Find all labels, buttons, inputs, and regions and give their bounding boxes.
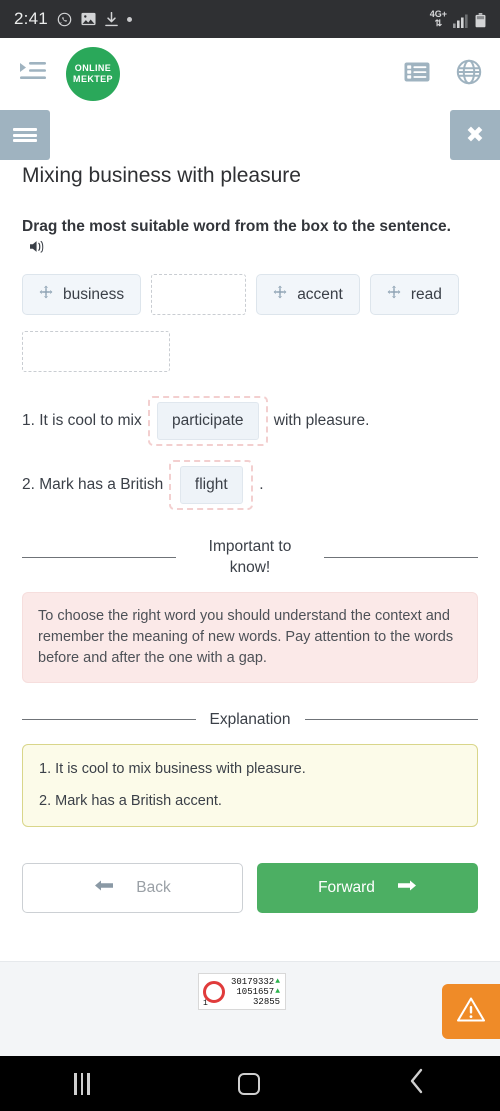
page-title: Mixing business with pleasure	[22, 164, 301, 187]
speaker-icon[interactable]	[29, 239, 46, 260]
globe-icon[interactable]	[456, 59, 482, 90]
arrow-right-icon	[397, 878, 417, 898]
app-header-left: ONLINE MEKTEP	[18, 47, 120, 101]
sentence-row: 2. Mark has a British flight .	[22, 460, 478, 510]
network-type-indicator: 4G+ ⇅	[429, 9, 447, 28]
status-bar: 2:41 4G+ ⇅	[0, 0, 500, 38]
indent-list-icon[interactable]	[18, 59, 48, 90]
dropped-answer[interactable]: participate	[156, 402, 259, 440]
draggable-word-business[interactable]: business	[22, 274, 142, 315]
warning-triangle-icon	[456, 996, 486, 1028]
triangle-up-icon: ▲	[275, 977, 281, 986]
empty-word-slot[interactable]	[22, 331, 170, 372]
explanation-heading: Explanation	[209, 711, 291, 728]
visit-counter-widget[interactable]: 30179332 ▲ 1051657 ▲ 32855 1	[198, 973, 287, 1010]
counter-row: 1051657 ▲	[231, 987, 280, 997]
recents-icon[interactable]	[74, 1072, 90, 1095]
arrow-left-icon	[94, 878, 114, 898]
sentence-text-before: It is cool to mix	[39, 412, 142, 429]
divider-line	[304, 719, 479, 720]
app-header-right	[404, 59, 482, 90]
home-icon[interactable]	[237, 1072, 260, 1095]
divider-line	[324, 556, 478, 558]
divider-line	[22, 719, 196, 720]
recents-bar	[74, 1072, 77, 1095]
sentence-row: 1. It is cool to mix participate with pl…	[22, 396, 478, 446]
explanation-line: 2. Mark has a British accent.	[39, 793, 222, 809]
move-icon	[39, 285, 53, 304]
logo-line-2: MEKTEP	[73, 74, 113, 84]
recents-bar	[80, 1072, 84, 1095]
sentence-text-before: Mark has a British	[39, 476, 164, 493]
android-nav-bar	[0, 1056, 500, 1111]
forward-button[interactable]: Forward	[257, 863, 478, 913]
important-to-know-box: To choose the right word you should unde…	[22, 592, 478, 683]
burger-bar	[13, 128, 37, 131]
counter-value-2: 1051657	[236, 987, 275, 997]
drop-zone-1[interactable]: participate	[147, 396, 268, 446]
counter-values: 30179332 ▲ 1051657 ▲ 32855	[231, 977, 280, 1007]
drop-zone-2[interactable]: flight	[169, 460, 254, 510]
warning-badge[interactable]	[442, 984, 500, 1039]
draggable-word-read[interactable]: read	[369, 274, 459, 315]
whatsapp-icon	[57, 12, 72, 27]
task-instruction-text: Drag the most suitable word from the box…	[22, 218, 451, 235]
status-bar-right: 4G+ ⇅	[430, 10, 486, 28]
close-button[interactable]: ✖	[450, 110, 500, 160]
divider-line	[22, 556, 176, 558]
battery-icon	[475, 13, 486, 28]
list-view-icon[interactable]	[404, 60, 430, 89]
online-mektep-logo[interactable]: ONLINE MEKTEP	[66, 47, 120, 101]
page-footer: 30179332 ▲ 1051657 ▲ 32855 1	[0, 961, 500, 1056]
task-instruction: Drag the most suitable word from the box…	[22, 216, 478, 260]
chip-label: business	[63, 285, 125, 303]
back-button-label: Back	[136, 879, 171, 896]
burger-bar	[13, 139, 37, 142]
empty-word-slot[interactable]	[151, 274, 247, 315]
draggable-word-accent[interactable]: accent	[256, 274, 360, 315]
sentence-number: 1.	[22, 412, 35, 429]
sentence-list: 1. It is cool to mix participate with pl…	[22, 396, 478, 510]
sentence-text-after: with pleasure.	[273, 412, 370, 429]
forward-button-label: Forward	[318, 879, 375, 896]
explanation-divider: Explanation	[22, 709, 479, 730]
phone-screen: 2:41 4G+ ⇅ ONLINE MEKTEP ✖ Mixing busine…	[0, 0, 500, 1111]
counter-row: 30179332 ▲	[231, 977, 280, 987]
back-button[interactable]: Back	[22, 863, 243, 913]
important-to-know-divider: Important to know!	[22, 536, 478, 578]
recents-bar	[87, 1072, 90, 1095]
logo-line-1: ONLINE	[74, 63, 112, 73]
status-bar-left: 2:41	[14, 9, 132, 29]
chip-label: read	[410, 285, 442, 303]
move-icon	[387, 285, 401, 304]
counter-value-3: 32855	[253, 997, 281, 1007]
back-chevron-icon[interactable]	[408, 1068, 426, 1099]
important-to-know-heading: Important to know!	[208, 538, 292, 576]
gallery-icon	[81, 12, 96, 26]
download-icon	[105, 11, 118, 27]
explanation-line: 1. It is cool to mix business with pleas…	[39, 761, 306, 777]
sentence-number: 2.	[22, 476, 35, 493]
navigation-buttons: Back Forward	[22, 863, 478, 913]
counter-row: 32855	[231, 997, 280, 1007]
lesson-content: Mixing business with pleasure Drag the m…	[0, 160, 500, 961]
toolbar-row: ✖	[0, 110, 500, 160]
hamburger-menu-button[interactable]	[0, 110, 50, 160]
counter-value-1: 30179332	[231, 977, 275, 987]
move-icon	[273, 285, 287, 304]
chip-label: accent	[297, 285, 343, 303]
dot-icon	[126, 16, 132, 22]
important-to-know-text: To choose the right word you should unde…	[38, 608, 454, 666]
signal-bars-icon	[453, 14, 469, 28]
sentence-text-after: .	[259, 476, 264, 493]
word-bank: business accent read	[22, 274, 478, 372]
app-header: ONLINE MEKTEP	[0, 38, 500, 110]
close-icon: ✖	[465, 122, 485, 147]
dropped-answer[interactable]: flight	[179, 466, 243, 504]
status-time: 2:41	[14, 9, 48, 28]
triangle-up-icon: ▲	[275, 987, 281, 996]
explanation-box: 1. It is cool to mix business with pleas…	[22, 744, 478, 827]
burger-bar	[13, 133, 37, 137]
counter-index: 1	[203, 999, 208, 1008]
